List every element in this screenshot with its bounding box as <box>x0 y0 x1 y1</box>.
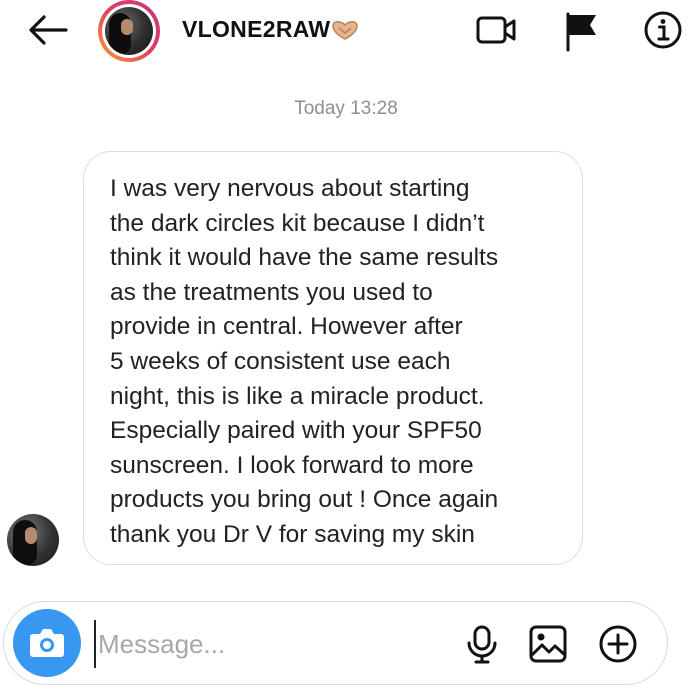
camera-icon <box>30 629 64 657</box>
video-call-icon[interactable] <box>474 8 520 52</box>
add-icon[interactable] <box>598 624 638 664</box>
heart-hands-icon <box>332 21 358 40</box>
message-bubble[interactable]: I was very nervous about starting the da… <box>83 151 583 565</box>
back-arrow-icon[interactable] <box>26 12 70 48</box>
message-timestamp: Today 13:28 <box>294 98 398 119</box>
profile-avatar[interactable] <box>98 0 160 62</box>
avatar-photo <box>105 7 153 55</box>
microphone-icon[interactable] <box>462 624 502 664</box>
message-text: I was very nervous about starting the da… <box>110 175 499 548</box>
chat-header: VLONE2RAW <box>0 0 692 62</box>
camera-button[interactable] <box>13 609 81 677</box>
gallery-icon[interactable] <box>528 624 568 664</box>
username[interactable]: VLONE2RAW <box>182 16 330 43</box>
flag-icon[interactable] <box>560 8 606 52</box>
message-input[interactable] <box>94 620 440 668</box>
sender-avatar[interactable] <box>7 514 59 566</box>
message-composer <box>3 601 668 685</box>
info-icon[interactable] <box>640 8 686 52</box>
